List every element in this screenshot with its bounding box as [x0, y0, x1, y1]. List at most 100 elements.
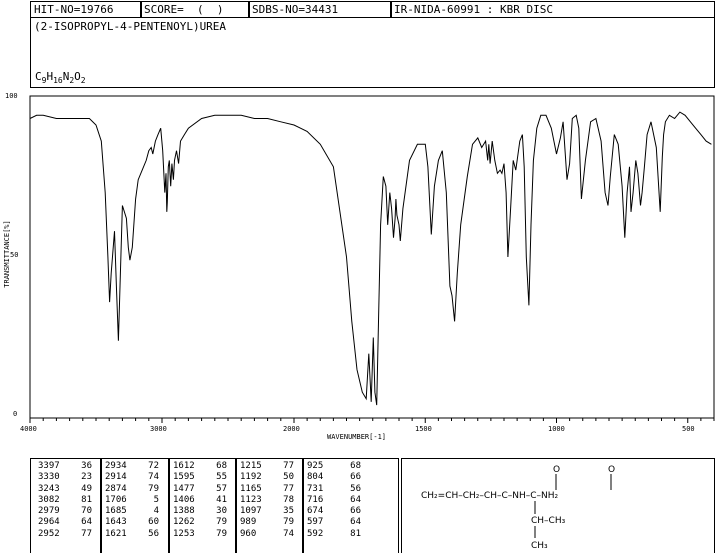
peak-wavenumber: 716 — [307, 494, 324, 505]
main-chain-text: CH₂=CH–CH₂–CH–C–NH–C–NH₂ — [421, 491, 559, 501]
peak-wavenumber: 3397 — [38, 461, 60, 471]
peak-transmittance: 55 — [216, 472, 227, 483]
carbonyl-oxygen-1: O — [553, 465, 560, 475]
peak-transmittance: 77 — [283, 461, 294, 471]
peak-transmittance: 68 — [350, 461, 361, 471]
peak-wavenumber: 1097 — [240, 506, 262, 517]
peak-transmittance-column: 68 55 57 41 30 79 79 — [209, 461, 227, 540]
peak-transmittance-column: 72 74 79 5 4 60 56 — [141, 461, 159, 540]
peak-wavenumber: 989 — [240, 517, 257, 528]
peak-transmittance: 41 — [216, 494, 227, 505]
peak-wavenumber: 3243 — [38, 483, 60, 494]
x-tick-marks — [29, 418, 715, 423]
peak-transmittance: 79 — [216, 517, 227, 528]
peak-transmittance: 74 — [148, 472, 159, 483]
branch-ch-text: CH–CH₃ — [531, 516, 566, 526]
peak-transmittance: 57 — [216, 483, 227, 494]
peak-transmittance: 81 — [350, 528, 361, 539]
peak-wavenumber: 2934 — [105, 461, 127, 471]
peak-wavenumber: 1192 — [240, 472, 262, 483]
peak-wavenumber: 925 — [307, 461, 324, 471]
peak-transmittance: 68 — [216, 461, 227, 471]
peak-wavenumber: 1685 — [105, 506, 127, 517]
peak-transmittance: 64 — [350, 517, 361, 528]
x-tick-3000: 3000 — [150, 425, 167, 433]
peak-wavenumber: 3082 — [38, 494, 60, 505]
peak-wavenumber: 2979 — [38, 506, 60, 517]
peak-transmittance: 35 — [283, 506, 294, 517]
peak-transmittance: 74 — [283, 528, 294, 539]
x-axis-label: WAVENUMBER[-1] — [327, 433, 387, 441]
peak-col-divider-2 — [168, 458, 170, 553]
peak-wavenumber: 1165 — [240, 483, 262, 494]
x-tick-4000: 4000 — [20, 425, 37, 433]
peak-transmittance: 30 — [216, 506, 227, 517]
peak-transmittance-column: 36 23 49 81 70 64 77 — [74, 461, 92, 540]
peak-wavenumber: 2964 — [38, 517, 60, 528]
peak-transmittance: 66 — [350, 506, 361, 517]
x-tick-1500: 1500 — [415, 425, 432, 433]
peak-wavenumber: 2952 — [38, 528, 60, 539]
peak-transmittance: 5 — [153, 494, 159, 505]
peak-transmittance-column: 68 66 56 64 66 64 81 — [343, 461, 361, 540]
ir-spectrum-chart — [29, 95, 715, 423]
peak-wavenumber: 1621 — [105, 528, 127, 539]
peak-transmittance: 56 — [148, 528, 159, 539]
peak-wavenumber: 804 — [307, 472, 324, 483]
peak-wavenumber: 1706 — [105, 494, 127, 505]
x-tick-2000: 2000 — [283, 425, 300, 433]
peak-wavenumber-column: 2934 2914 2874 1706 1685 1643 1621 — [105, 461, 127, 540]
peak-transmittance: 72 — [148, 461, 159, 471]
peak-wavenumber: 3330 — [38, 472, 60, 483]
peak-transmittance: 70 — [81, 506, 92, 517]
peak-transmittance: 77 — [283, 483, 294, 494]
peak-transmittance: 64 — [81, 517, 92, 528]
peak-transmittance: 81 — [81, 494, 92, 505]
peak-wavenumber: 1388 — [173, 506, 195, 517]
peak-transmittance: 79 — [216, 528, 227, 539]
peak-wavenumber: 592 — [307, 528, 324, 539]
peak-wavenumber: 1612 — [173, 461, 195, 471]
peak-wavenumber: 1262 — [173, 517, 195, 528]
carbonyl-oxygen-2: O — [608, 465, 615, 475]
peak-transmittance: 36 — [81, 461, 92, 471]
peak-wavenumber: 1477 — [173, 483, 195, 494]
peak-col-divider-1 — [100, 458, 102, 553]
peak-transmittance: 64 — [350, 494, 361, 505]
peak-wavenumber: 674 — [307, 506, 324, 517]
peak-wavenumber: 731 — [307, 483, 324, 494]
peak-transmittance: 77 — [81, 528, 92, 539]
peak-wavenumber: 2914 — [105, 472, 127, 483]
peak-transmittance: 60 — [148, 517, 159, 528]
chemical-structure: CH₂=CH–CH₂–CH–C–NH–C–NH₂ O O CH–CH₃ CH₃ — [421, 465, 615, 551]
peak-col-divider-4 — [302, 458, 304, 553]
peak-transmittance: 56 — [350, 483, 361, 494]
peak-wavenumber: 1406 — [173, 494, 195, 505]
peak-wavenumber: 960 — [240, 528, 257, 539]
peak-transmittance: 66 — [350, 472, 361, 483]
x-tick-1000: 1000 — [548, 425, 565, 433]
peak-transmittance: 78 — [283, 494, 294, 505]
peak-wavenumber: 597 — [307, 517, 324, 528]
peak-transmittance: 79 — [148, 483, 159, 494]
peak-transmittance: 23 — [81, 472, 92, 483]
peak-wavenumber-column: 1612 1595 1477 1406 1388 1262 1253 — [173, 461, 195, 540]
peak-transmittance-column: 77 50 77 78 35 79 74 — [276, 461, 294, 540]
peak-transmittance: 49 — [81, 483, 92, 494]
branch-ch3-text: CH₃ — [531, 541, 548, 551]
peak-col-divider-3 — [235, 458, 237, 553]
peak-wavenumber: 1595 — [173, 472, 195, 483]
peak-wavenumber: 2874 — [105, 483, 127, 494]
peak-wavenumber: 1123 — [240, 494, 262, 505]
peak-wavenumber-column: 3397 3330 3243 3082 2979 2964 2952 — [38, 461, 60, 540]
peak-transmittance: 79 — [283, 517, 294, 528]
x-tick-500: 500 — [682, 425, 695, 433]
peak-wavenumber: 1253 — [173, 528, 195, 539]
spectrum-line — [29, 111, 712, 406]
peak-transmittance: 4 — [153, 506, 159, 517]
peak-transmittance: 50 — [283, 472, 294, 483]
peak-wavenumber: 1215 — [240, 461, 262, 471]
peak-wavenumber-column: 925 804 731 716 674 597 592 — [307, 461, 323, 540]
peak-wavenumber: 1643 — [105, 517, 127, 528]
peak-wavenumber-column: 1215 1192 1165 1123 1097 989 960 — [240, 461, 262, 540]
